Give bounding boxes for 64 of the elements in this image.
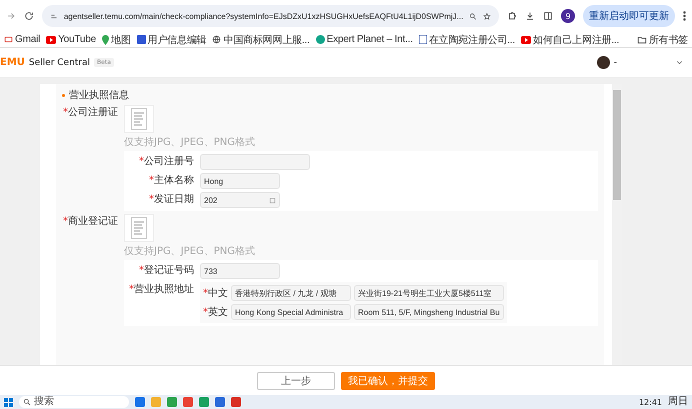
language-label: *英文 bbox=[203, 306, 228, 319]
bookmark-link[interactable]: Expert Planet – Int... bbox=[316, 34, 413, 45]
region-select[interactable]: Hong Kong Special Administra bbox=[231, 304, 351, 320]
user-avatar[interactable] bbox=[596, 56, 610, 69]
language-label: *中文 bbox=[203, 286, 228, 300]
previous-button[interactable]: 上一步 bbox=[257, 372, 335, 390]
star-icon bbox=[483, 12, 491, 20]
field-label: *发证日期 bbox=[148, 192, 194, 207]
format-hint: 仅支持JPG、JPEG、PNG格式 bbox=[124, 136, 256, 149]
section-dot bbox=[62, 94, 65, 96]
globe-icon bbox=[212, 35, 222, 44]
bookmark-link[interactable]: 如何自己上网注册... bbox=[520, 32, 620, 46]
field-label: *营业执照地址 bbox=[128, 282, 194, 297]
search-icon bbox=[23, 398, 31, 406]
bookmark-link[interactable]: 用户信息编辑 bbox=[136, 32, 206, 46]
user-name: - bbox=[614, 58, 617, 68]
text-field[interactable]: Hong bbox=[200, 173, 280, 189]
zoom-icon bbox=[469, 12, 478, 20]
forward-arrow-icon bbox=[6, 11, 16, 21]
reload-icon bbox=[24, 11, 34, 21]
document-drawing bbox=[131, 108, 147, 130]
side-panel-icon bbox=[543, 11, 553, 21]
street-field[interactable]: 兴业街19-21号明生工业大厦5楼511室 bbox=[354, 285, 504, 301]
square-icon bbox=[136, 35, 146, 44]
date-field[interactable]: 202 bbox=[200, 192, 280, 208]
document-thumbnail[interactable] bbox=[124, 105, 154, 133]
folder-icon bbox=[636, 34, 647, 44]
bookmark-link[interactable]: 中国商标网网上服... bbox=[212, 32, 310, 46]
taskbar-search[interactable]: 搜索 bbox=[19, 396, 129, 408]
field-label: *登记证号码 bbox=[138, 264, 194, 278]
document-label: *公司注册证 bbox=[62, 106, 118, 120]
play-icon bbox=[46, 36, 56, 44]
document-drawing bbox=[131, 217, 147, 239]
app-title: Seller Central bbox=[28, 58, 90, 68]
all-bookmarks-link[interactable]: 所有书签 bbox=[636, 32, 688, 46]
field-label: *主体名称 bbox=[148, 174, 194, 188]
clock: 12:41 bbox=[638, 398, 662, 406]
bookmark-link[interactable]: Gmail bbox=[4, 34, 40, 45]
logo: EMU bbox=[0, 57, 25, 68]
text-field[interactable] bbox=[200, 154, 310, 170]
document-thumbnail[interactable] bbox=[124, 214, 154, 242]
windows-icon[interactable] bbox=[4, 398, 13, 406]
extensions-icon bbox=[507, 11, 517, 21]
region-select[interactable]: 香港特别行政区 / 九龙 / 观塘 bbox=[231, 285, 351, 301]
section-title: 营业执照信息 bbox=[69, 88, 129, 102]
format-hint: 仅支持JPG、JPEG、PNG格式 bbox=[124, 244, 256, 258]
bookmark-link[interactable]: YouTube bbox=[46, 34, 96, 45]
calendar-icon bbox=[269, 196, 276, 204]
map-pin-icon bbox=[102, 34, 110, 44]
update-button[interactable]: 重新启动即可更新 bbox=[583, 5, 675, 27]
bookmark-link[interactable]: 地图 bbox=[102, 32, 131, 46]
street-field[interactable]: Room 511, 5/F, Mingsheng Industrial Bu bbox=[354, 304, 504, 320]
field-label: *公司注册号 bbox=[138, 154, 194, 169]
download-icon bbox=[525, 11, 535, 21]
more-menu-icon[interactable] bbox=[683, 11, 686, 21]
play-icon bbox=[520, 36, 531, 44]
envelope-icon bbox=[4, 35, 13, 44]
bookmark-link[interactable]: 在立陶宛注册公司... bbox=[418, 32, 515, 46]
weekday: 周日 bbox=[668, 397, 688, 407]
document-label: *商业登记证 bbox=[62, 214, 118, 229]
text-field[interactable]: 733 bbox=[200, 263, 280, 279]
address-bar[interactable]: agentseller.temu.com/main/check-compliance?systemInfo=EJsDZxU1xzHSUGHxUefsEAQFtU4L1ijD0SWPmjJ... bbox=[42, 5, 499, 27]
document-icon bbox=[418, 35, 427, 44]
profile-avatar[interactable]: 9 bbox=[561, 9, 575, 23]
